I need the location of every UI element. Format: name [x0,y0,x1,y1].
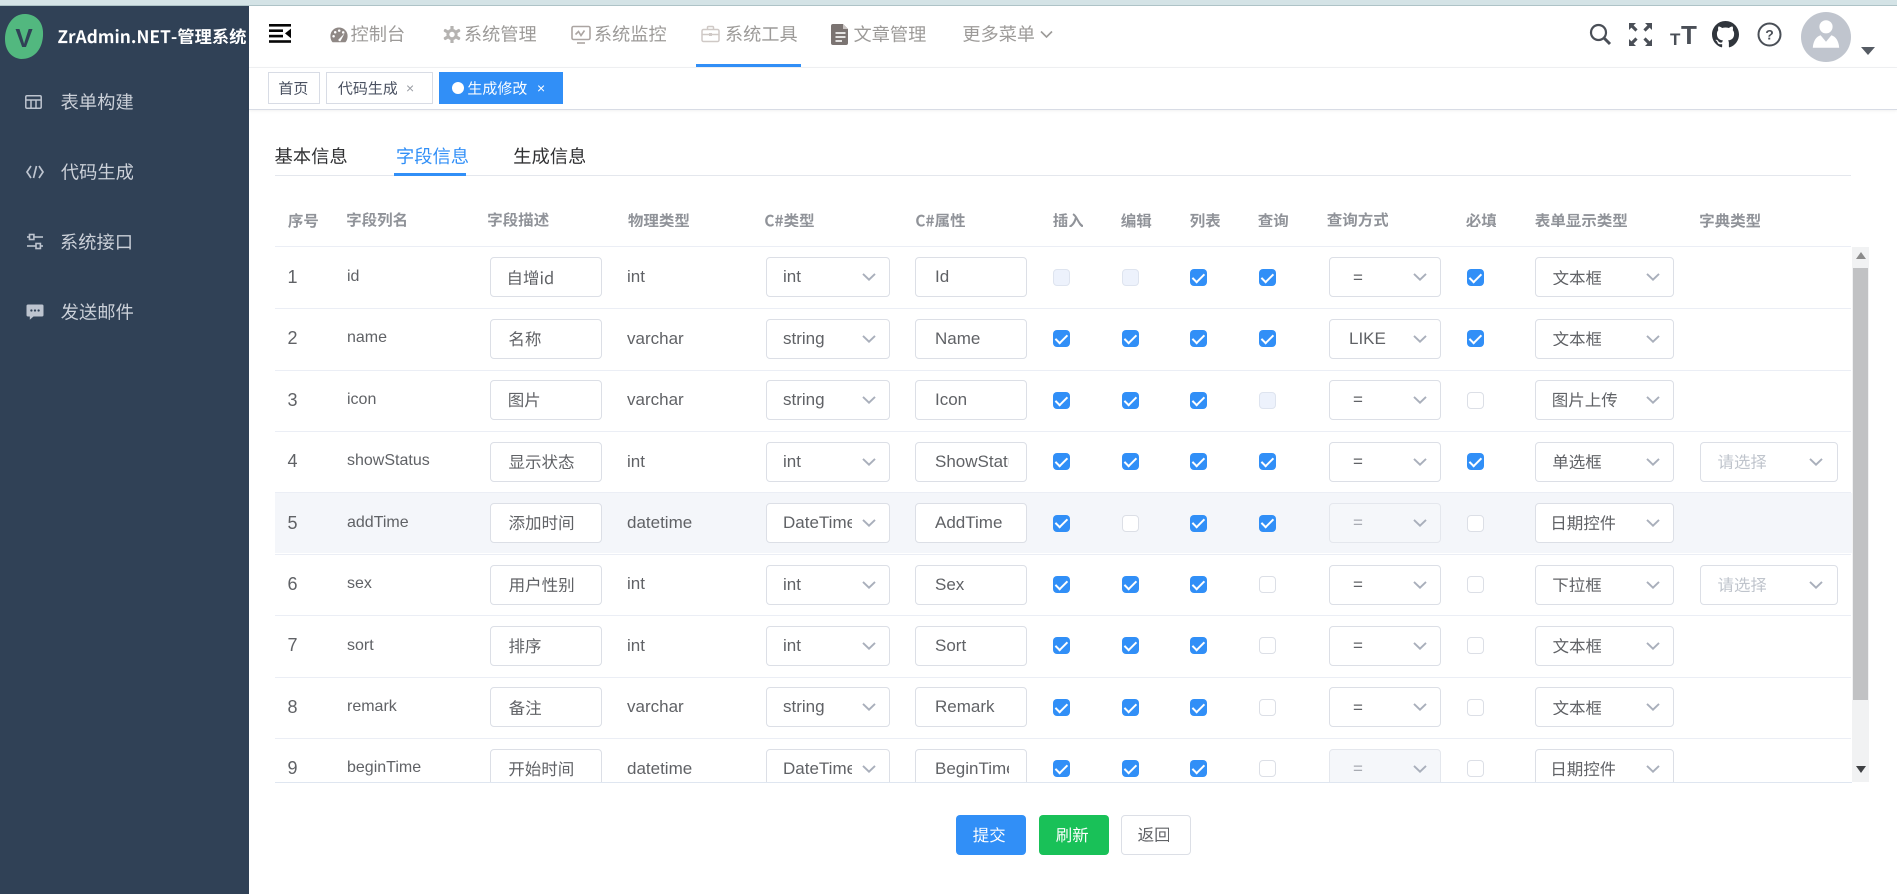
svg-text:?: ? [1765,27,1774,43]
svg-text:V: V [15,23,33,53]
